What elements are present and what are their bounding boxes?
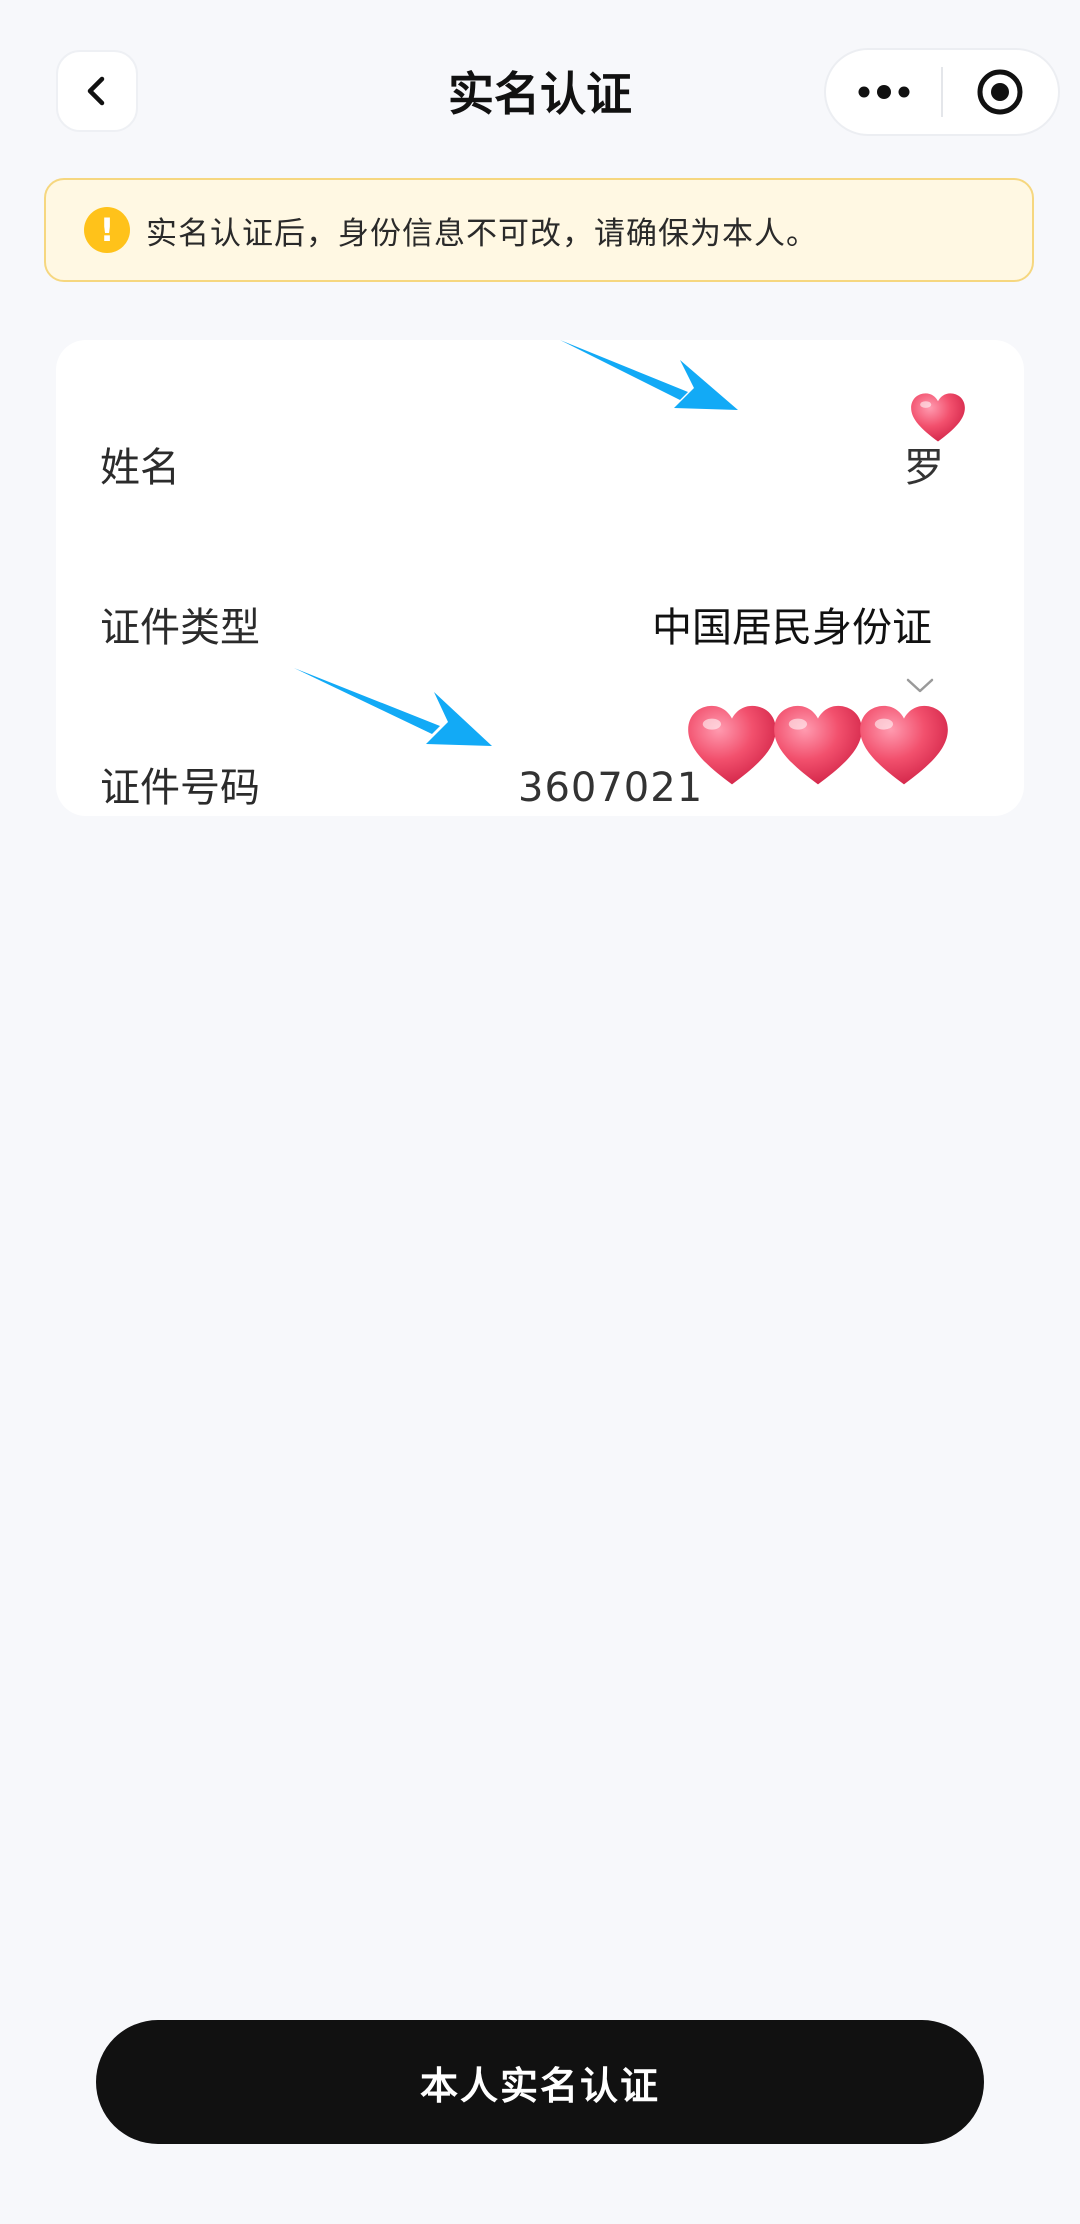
id-type-row[interactable]: 证件类型 中国居民身份证 bbox=[56, 578, 1024, 678]
more-button[interactable] bbox=[826, 50, 941, 134]
notice-banner: ! 实名认证后，身份信息不可改，请确保为本人。 bbox=[44, 178, 1034, 282]
submit-verification-button[interactable]: 本人实名认证 bbox=[96, 2020, 984, 2144]
heart-sticker-icon bbox=[860, 705, 948, 785]
exclamation-icon: ! bbox=[84, 207, 130, 253]
name-label: 姓名 bbox=[100, 445, 180, 491]
arrow-icon bbox=[560, 340, 738, 410]
heart-sticker-icon bbox=[911, 393, 965, 442]
chevron-down-icon[interactable] bbox=[904, 676, 936, 696]
heart-sticker-icon bbox=[688, 705, 776, 785]
id-type-label: 证件类型 bbox=[100, 605, 260, 651]
id-number-label: 证件号码 bbox=[100, 765, 260, 811]
close-button[interactable] bbox=[943, 50, 1058, 134]
heart-sticker-icon bbox=[774, 705, 862, 785]
id-type-value: 中国居民身份证 bbox=[652, 605, 932, 651]
id-number-value: 3607021 bbox=[518, 765, 704, 811]
arrow-icon bbox=[294, 668, 492, 746]
notice-text: 实名认证后，身份信息不可改，请确保为本人。 bbox=[146, 215, 818, 252]
target-circle-icon bbox=[977, 69, 1023, 115]
more-dots-icon bbox=[858, 85, 909, 99]
mini-program-capsule bbox=[824, 48, 1060, 136]
name-row[interactable]: 姓名 罗 bbox=[56, 418, 1024, 518]
